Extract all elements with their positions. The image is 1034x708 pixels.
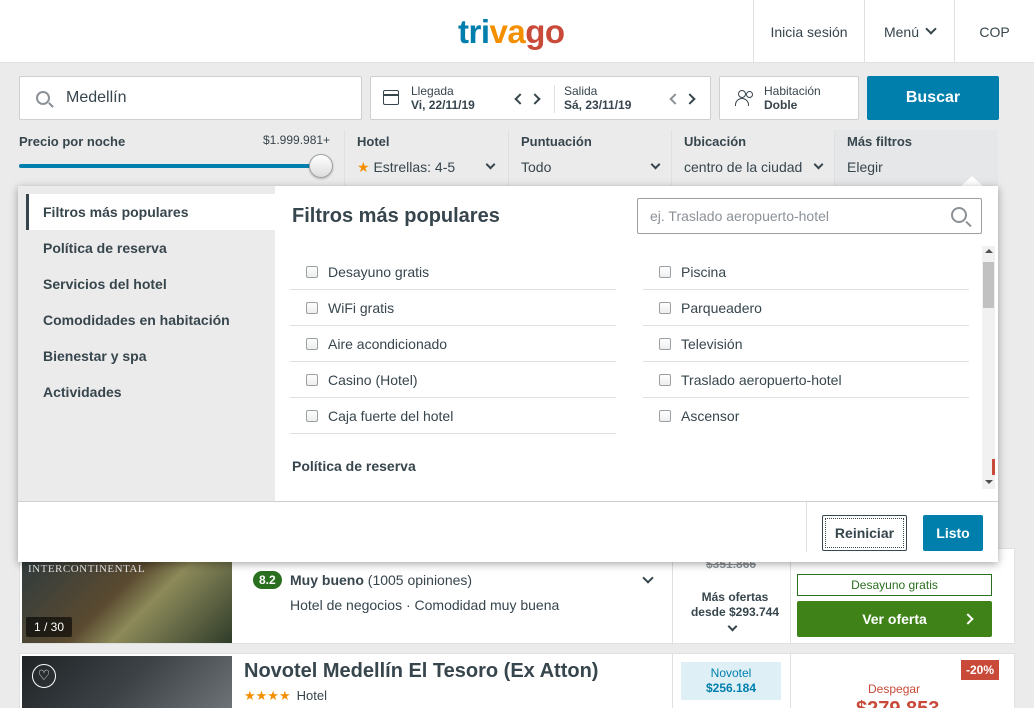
more-filters-panel: Filtros más populares Política de reserv… bbox=[18, 186, 998, 562]
scrollbar-thumb[interactable] bbox=[983, 262, 994, 308]
filter-option[interactable]: Caja fuerte del hotel bbox=[290, 398, 616, 434]
category-activities[interactable]: Actividades bbox=[26, 374, 275, 410]
chevron-down-icon bbox=[813, 159, 824, 170]
category-room-amenities[interactable]: Comodidades en habitación bbox=[26, 302, 275, 338]
menu-button[interactable]: Menú bbox=[864, 0, 954, 63]
prev-date-icon[interactable] bbox=[669, 93, 681, 105]
checkbox[interactable] bbox=[306, 373, 318, 386]
chevron-down-icon bbox=[727, 621, 738, 632]
breakfast-badge: Desayuno gratis bbox=[797, 574, 992, 596]
scroll-down-icon[interactable] bbox=[985, 480, 993, 484]
location-filter[interactable]: Ubicación centro de la ciudad bbox=[671, 130, 834, 186]
filter-categories: Filtros más populares Política de reserv… bbox=[18, 186, 275, 501]
checkbox[interactable] bbox=[306, 337, 318, 350]
top-header: trivago Inicia sesión Menú COP bbox=[0, 0, 1034, 63]
deal-price: $279.853 bbox=[856, 698, 939, 708]
category-popular[interactable]: Filtros más populares bbox=[26, 194, 275, 230]
hotel-card[interactable]: ♡ Novotel Medellín El Tesoro (Ex Atton) … bbox=[19, 653, 1015, 708]
checkbox[interactable] bbox=[659, 265, 671, 278]
checkbox[interactable] bbox=[659, 337, 671, 350]
prev-date-icon[interactable] bbox=[514, 93, 526, 105]
calendar-icon bbox=[383, 90, 399, 105]
star-icon: ★ bbox=[357, 159, 370, 175]
section-heading: Política de reserva bbox=[292, 458, 416, 474]
hotel-card[interactable]: INTERCONTINENTAL 1 / 30 8.2 Muy bueno (1… bbox=[19, 548, 1015, 645]
destination-input[interactable]: Medellín bbox=[19, 76, 362, 120]
checkout-field[interactable]: Salida Sá, 23/11/19 bbox=[555, 77, 710, 119]
filter-option[interactable]: WiFi gratis bbox=[290, 290, 616, 326]
checkbox[interactable] bbox=[306, 301, 318, 314]
hotel-photo[interactable]: INTERCONTINENTAL 1 / 30 bbox=[22, 551, 232, 643]
section-title: Filtros más populares bbox=[292, 205, 500, 227]
date-picker[interactable]: Llegada Vi, 22/11/19 Salida Sá, 23/11/19 bbox=[370, 76, 711, 120]
filter-option[interactable]: Televisión bbox=[643, 326, 969, 362]
checkbox[interactable] bbox=[659, 410, 671, 422]
trivago-logo[interactable]: trivago bbox=[458, 13, 565, 51]
category-hotel-services[interactable]: Servicios del hotel bbox=[26, 266, 275, 302]
price-label: Precio por noche bbox=[19, 134, 126, 149]
price-slider-handle[interactable] bbox=[309, 154, 333, 178]
hotel-filter[interactable]: Hotel ★ Estrellas: 4-5 bbox=[344, 130, 508, 186]
chevron-down-icon bbox=[925, 23, 937, 35]
filter-option[interactable]: Ascensor bbox=[643, 398, 969, 434]
hotel-name[interactable]: Novotel Medellín El Tesoro (Ex Atton) bbox=[244, 660, 598, 683]
filter-option[interactable]: Traslado aeropuerto-hotel bbox=[643, 362, 969, 398]
photo-count: 1 / 30 bbox=[26, 617, 73, 637]
next-date-icon[interactable] bbox=[684, 93, 696, 105]
panel-footer: Reiniciar Listo bbox=[18, 501, 998, 562]
price-slider-track[interactable] bbox=[19, 164, 321, 168]
checkin-field[interactable]: Llegada Vi, 22/11/19 bbox=[371, 77, 554, 119]
guests-icon bbox=[735, 90, 755, 106]
view-deal-button[interactable]: Ver oferta bbox=[797, 601, 992, 637]
hotel-stars: ★★★★ Hotel bbox=[244, 688, 327, 703]
filter-option[interactable]: Desayuno gratis bbox=[290, 254, 616, 290]
partner-offer[interactable]: Novotel $256.184 bbox=[681, 662, 781, 700]
scroll-up-icon[interactable] bbox=[985, 249, 993, 253]
category-wellness-spa[interactable]: Bienestar y spa bbox=[26, 338, 275, 374]
provider-name: Despegar bbox=[868, 682, 921, 696]
rating-badge: 8.2 bbox=[253, 571, 282, 589]
discount-badge: -20% bbox=[961, 660, 1000, 680]
more-offers-link[interactable]: Más ofertas desde $293.744 bbox=[675, 590, 795, 620]
signin-link[interactable]: Inicia sesión bbox=[753, 0, 864, 63]
filter-option[interactable]: Aire acondicionado bbox=[290, 326, 616, 362]
filter-option[interactable]: Parqueadero bbox=[643, 290, 969, 326]
hotel-tags: Hotel de negocios · Comodidad muy buena bbox=[290, 597, 560, 613]
chevron-down-icon[interactable] bbox=[642, 572, 654, 584]
filter-option[interactable]: Casino (Hotel) bbox=[290, 362, 616, 398]
filter-search-input[interactable]: ej. Traslado aeropuerto-hotel bbox=[637, 198, 982, 234]
checkbox[interactable] bbox=[306, 265, 318, 278]
hotel-photo[interactable]: ♡ bbox=[22, 656, 232, 708]
checkbox[interactable] bbox=[659, 373, 671, 386]
category-booking-policy[interactable]: Política de reserva bbox=[26, 230, 275, 266]
price-max-value: $1.999.981+ bbox=[263, 133, 331, 147]
heart-icon[interactable]: ♡ bbox=[32, 664, 56, 688]
reset-button[interactable]: Reiniciar bbox=[822, 515, 907, 551]
scroll-marker bbox=[992, 459, 995, 475]
search-icon bbox=[36, 91, 50, 105]
filter-option[interactable]: Piscina bbox=[643, 254, 969, 290]
search-button[interactable]: Buscar bbox=[867, 76, 999, 120]
rating-filter[interactable]: Puntuación Todo bbox=[508, 130, 671, 186]
filter-content: Filtros más populares ej. Traslado aerop… bbox=[275, 186, 998, 501]
search-icon bbox=[951, 207, 967, 223]
currency-selector[interactable]: COP bbox=[954, 0, 1034, 63]
done-button[interactable]: Listo bbox=[923, 515, 983, 551]
chevron-down-icon bbox=[650, 159, 661, 170]
checkbox[interactable] bbox=[659, 301, 671, 314]
next-date-icon[interactable] bbox=[529, 93, 541, 105]
checkbox[interactable] bbox=[306, 409, 318, 422]
room-selector[interactable]: Habitación Doble bbox=[719, 76, 859, 120]
chevron-right-icon bbox=[962, 613, 974, 625]
chevron-down-icon bbox=[485, 159, 496, 170]
